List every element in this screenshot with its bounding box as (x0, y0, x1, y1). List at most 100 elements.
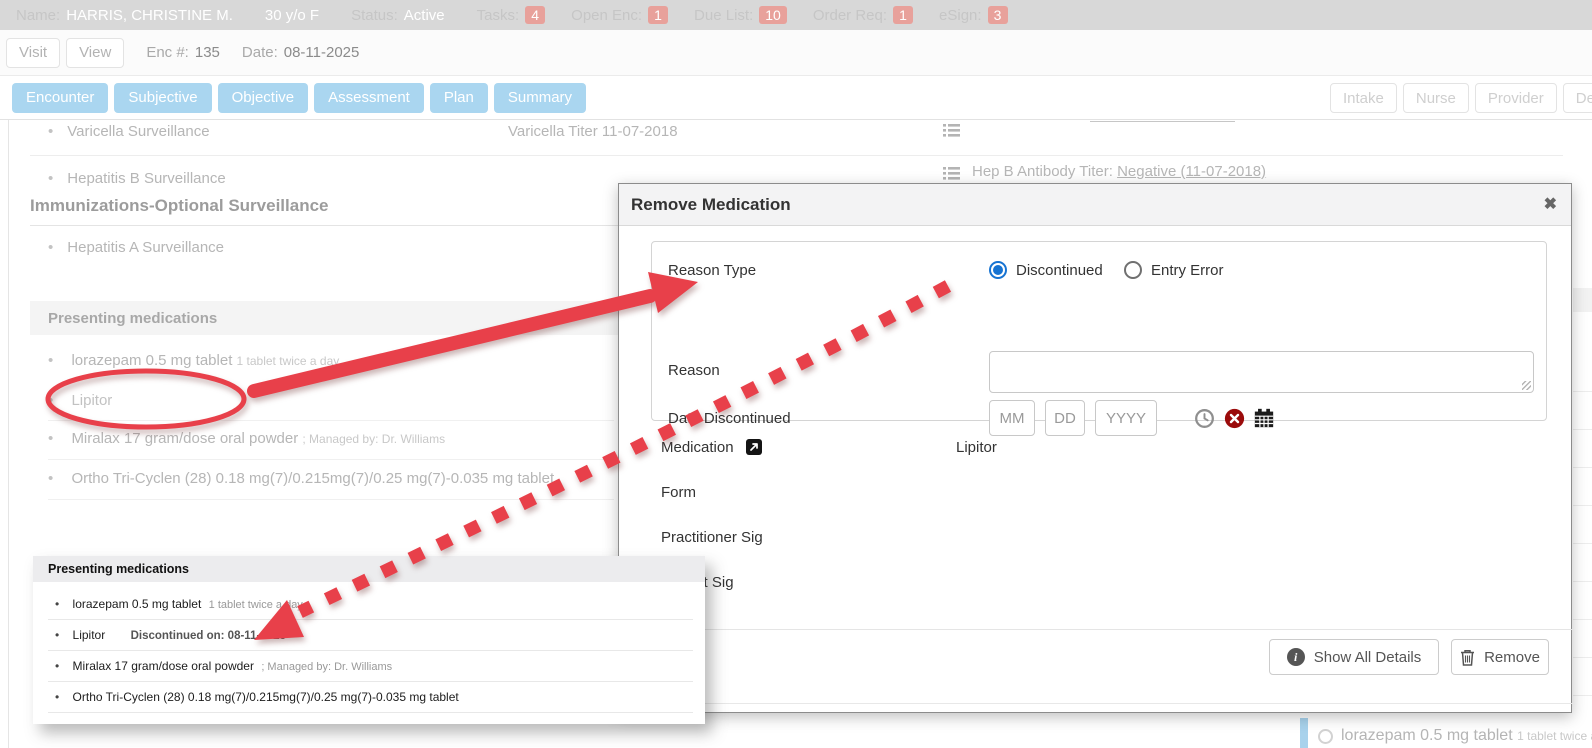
medication-row: Lipitor (48, 392, 112, 409)
medication-name: Miralax 17 gram/dose oral powder (71, 430, 298, 447)
medication-name: Lipitor (71, 392, 112, 409)
reason-input[interactable] (989, 351, 1534, 393)
esign-badge[interactable]: 3 (988, 6, 1008, 24)
medication-row: Ortho Tri-Cyclen (28) 0.18 mg(7)/0.215mg… (48, 470, 554, 487)
row-divider (48, 650, 693, 651)
enc-number-value: 135 (195, 44, 220, 61)
view-button[interactable]: View (66, 38, 124, 68)
due-list-badge[interactable]: 10 (759, 6, 787, 24)
panel-left-border (8, 120, 9, 748)
tasks-label: Tasks: (477, 7, 520, 24)
tasks-badge[interactable]: 4 (525, 6, 545, 24)
remove-button[interactable]: Remove (1451, 639, 1549, 675)
hep-b-titer-row: Hep B Antibody Titer: Negative (11-07-20… (972, 163, 1266, 180)
medication-detail: ; Managed by: Dr. Williams (261, 661, 392, 673)
hep-b-titer-label: Hep B Antibody Titer: (972, 163, 1117, 180)
clear-date-icon[interactable] (1224, 408, 1245, 432)
list-icon[interactable] (943, 123, 960, 143)
open-enc-badge[interactable]: 1 (648, 6, 668, 24)
tab-encounter[interactable]: Encounter (12, 83, 108, 113)
day-input[interactable] (1045, 400, 1085, 436)
due-list-label: Due List: (694, 7, 753, 24)
row-divider (1573, 695, 1592, 696)
medication-row: lorazepam 0.5 mg tablet 1 tablet twice a… (48, 352, 339, 369)
trash-icon (1460, 649, 1475, 666)
tab-departure[interactable]: Depar (1563, 83, 1592, 113)
year-input[interactable] (1095, 400, 1157, 436)
discontinued-radio[interactable] (989, 261, 1007, 279)
entry-error-radio[interactable] (1124, 261, 1142, 279)
row-divider (1573, 543, 1592, 544)
row-divider (1573, 619, 1592, 620)
row-divider (48, 681, 693, 682)
row-divider (1573, 467, 1592, 468)
practitioner-sig-label: Practitioner Sig (661, 529, 763, 546)
encounter-bar: Visit View Enc #: 135 Date: 08-11-2025 (0, 30, 1592, 76)
month-input[interactable] (989, 400, 1035, 436)
modal-bottom-divider (619, 703, 1573, 704)
enc-number-label: Enc #: (146, 44, 189, 61)
medication-name: lorazepam 0.5 mg tablet (71, 352, 232, 369)
row-divider (30, 155, 1563, 156)
dialog-header: Remove Medication ✖ (619, 184, 1571, 226)
medication-row: Ortho Tri-Cyclen (28) 0.18 mg(7)/0.215mg… (55, 690, 459, 704)
tab-assessment[interactable]: Assessment (314, 83, 424, 113)
show-all-details-button[interactable]: i Show All Details (1269, 639, 1439, 675)
tab-nurse[interactable]: Nurse (1403, 83, 1469, 113)
medication-detail: 1 tablet twice a day (209, 599, 303, 611)
visit-button[interactable]: Visit (6, 38, 60, 68)
row-divider (1573, 581, 1592, 582)
medication-row: Miralax 17 gram/dose oral powder ; Manag… (48, 430, 445, 447)
remove-medication-dialog: Remove Medication ✖ Reason Type Disconti… (618, 183, 1572, 713)
medication-name: Miralax 17 gram/dose oral powder (73, 659, 254, 673)
tab-intake[interactable]: Intake (1330, 83, 1397, 113)
medication-detail: 1 tablet twice a day (1517, 729, 1592, 743)
tab-summary[interactable]: Summary (494, 83, 586, 113)
discontinued-radio-label[interactable]: Discontinued (1016, 262, 1103, 279)
medication-detail: ; Managed by: Dr. Williams (302, 432, 445, 446)
tab-plan[interactable]: Plan (430, 83, 488, 113)
clipped-text-artifact (1090, 121, 1235, 122)
tab-provider[interactable]: Provider (1475, 83, 1557, 113)
presenting-medications-header: Presenting medications (30, 301, 618, 335)
medication-name: Lipitor (73, 628, 106, 642)
radio-icon[interactable] (1318, 729, 1333, 744)
optional-surveillance-heading: Immunizations-Optional Surveillance (30, 196, 618, 226)
reason-fieldset: Reason Type Discontinued Entry Error Rea… (651, 241, 1547, 421)
immunization-row-label: Varicella Surveillance (48, 123, 210, 140)
row-divider (48, 712, 693, 713)
medication-value: Lipitor (956, 439, 997, 456)
tab-objective[interactable]: Objective (218, 83, 309, 113)
row-divider (48, 420, 614, 421)
inset-header: Presenting medications (33, 556, 705, 582)
discontinued-on-note: Discontinued on: 08-11-2025 (131, 630, 286, 642)
reason-input-wrap (989, 351, 1534, 393)
dialog-title: Remove Medication (631, 195, 791, 215)
info-icon: i (1287, 648, 1305, 666)
calendar-icon[interactable] (1253, 407, 1275, 432)
medication-row: Miralax 17 gram/dose oral powder ; Manag… (55, 659, 392, 673)
status-label: Status: (351, 7, 398, 24)
order-req-label: Order Req: (813, 7, 887, 24)
patient-name: HARRIS, CHRISTINE M. (66, 7, 233, 24)
close-icon[interactable]: ✖ (1544, 194, 1557, 214)
reason-label: Reason (668, 362, 720, 379)
enc-date-label: Date: (242, 44, 278, 61)
hep-b-titer-link[interactable]: Negative (11-07-2018) (1117, 163, 1266, 180)
immunization-row-label: Hepatitis B Surveillance (48, 170, 226, 187)
resize-handle-icon[interactable] (1522, 381, 1531, 390)
row-divider (1573, 391, 1592, 392)
clock-icon[interactable] (1194, 408, 1215, 432)
tab-subjective[interactable]: Subjective (114, 83, 211, 113)
row-divider (48, 499, 614, 500)
app-window: Name: HARRIS, CHRISTINE M. 30 y/o F Stat… (0, 0, 1592, 748)
medication-row: Lipitor Discontinued on: 08-11-2025 (55, 628, 286, 642)
entry-error-radio-label[interactable]: Entry Error (1151, 262, 1224, 279)
external-link-icon[interactable] (746, 439, 762, 460)
enc-date-value: 08-11-2025 (284, 44, 360, 61)
order-req-badge[interactable]: 1 (893, 6, 913, 24)
stage-tab-group: Intake Nurse Provider Depar (1330, 83, 1592, 113)
row-divider (48, 459, 614, 460)
footer-divider (619, 629, 1573, 630)
medication-label: Medication (661, 439, 734, 456)
